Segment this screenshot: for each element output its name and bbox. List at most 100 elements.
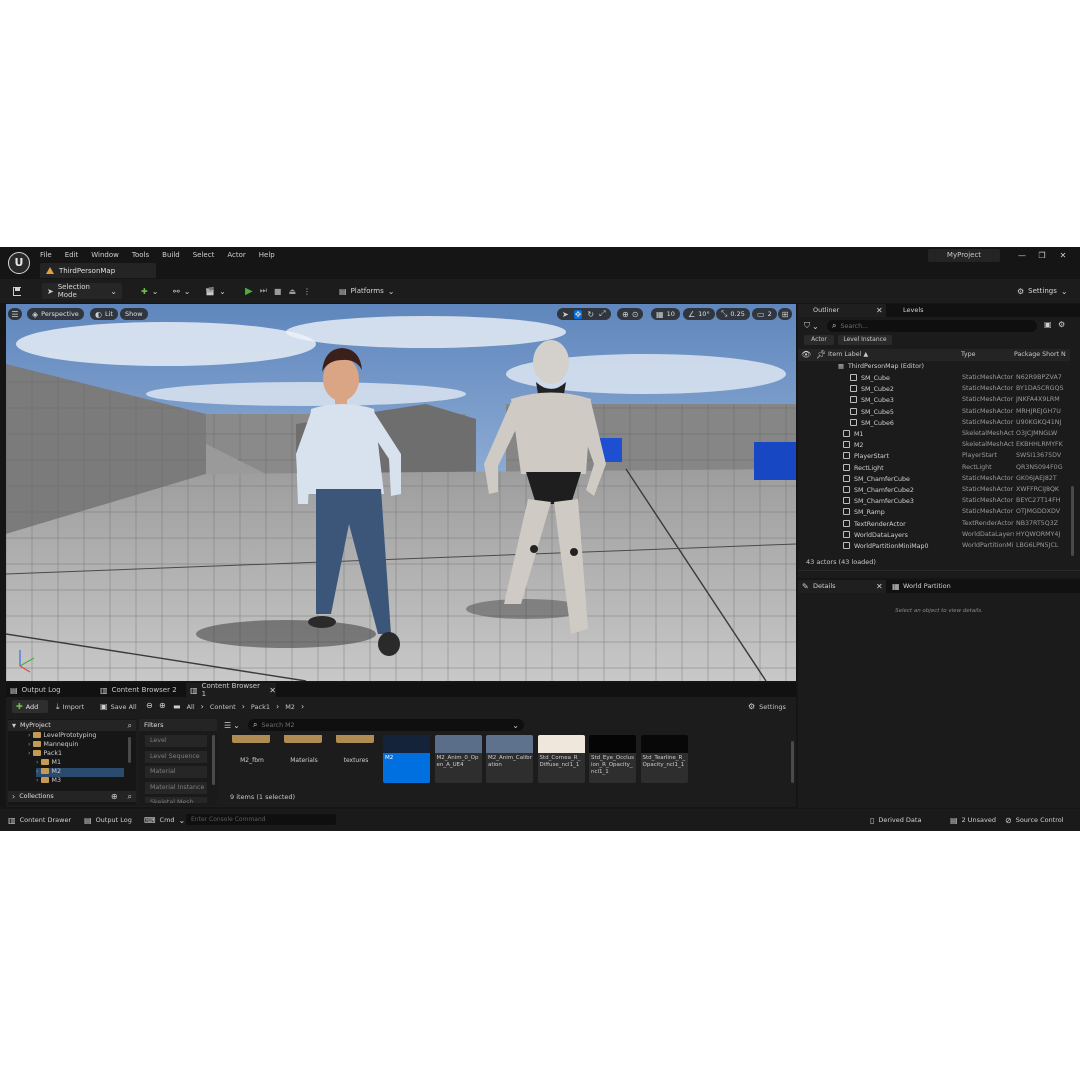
status-output-log-button[interactable]: ▤ Output Log — [84, 812, 132, 828]
menu-select[interactable]: Select — [193, 251, 215, 259]
filter-item[interactable]: Material Instance — [145, 781, 207, 794]
tab-output-log[interactable]: ▤ Output Log — [6, 683, 94, 697]
outliner-row[interactable]: SM_Ramp StaticMeshActor OTJMGDDXDV — [798, 508, 1070, 519]
chevron-down-icon[interactable]: ⌄ — [512, 721, 519, 730]
folder-tree-item[interactable]: › M3 — [36, 777, 61, 786]
folder-tree-item[interactable]: › M1 — [36, 759, 61, 768]
cmd-dropdown[interactable]: ⌨ Cmd ⌄ — [144, 812, 185, 828]
outliner-row[interactable]: M1 SkeletalMeshActorO3JCJMNGLW — [798, 430, 1070, 441]
tree-root-myproject[interactable]: ▾ MyProject ⌕ — [8, 720, 136, 731]
asset-tile[interactable]: Std_Tearline_R_Opacity_ncl1_1 — [640, 735, 688, 783]
tab-content-browser-2[interactable]: ▥ Content Browser 2 — [96, 683, 184, 697]
close-tab-icon[interactable]: ✕ — [269, 686, 276, 695]
outliner-scrollbar[interactable] — [1071, 486, 1074, 556]
filter-item[interactable]: Level — [145, 735, 207, 747]
close-tab-icon[interactable]: ✕ — [876, 304, 883, 317]
close-tab-icon[interactable]: ✕ — [876, 580, 883, 593]
derived-data-button[interactable]: ▯ Derived Data — [870, 812, 921, 828]
folder-tree-item[interactable]: › Mannequin — [28, 741, 78, 750]
col-item-label[interactable]: Item Label ▲ — [828, 351, 868, 358]
breadcrumb-m2[interactable]: M2 — [285, 703, 295, 711]
visibility-icon[interactable]: 👁︎ — [801, 350, 811, 359]
outliner-row[interactable]: RectLight RectLight QR3NS094F0G — [798, 463, 1070, 475]
folder-tree-item[interactable]: › M2 — [36, 768, 124, 777]
col-type[interactable]: Type — [961, 351, 975, 358]
scale-tool-icon[interactable]: ⤢ — [599, 309, 605, 319]
eject-icon[interactable]: ⏏ — [288, 287, 296, 296]
asset-tile[interactable]: M2_Anim_Calibration — [486, 735, 533, 783]
maximize-icon[interactable]: ❐ — [1032, 249, 1052, 262]
menu-window[interactable]: Window — [91, 251, 119, 259]
outliner-row[interactable]: SM_Cube5 StaticMeshActor MRHJREJGH7U — [798, 407, 1070, 419]
menu-help[interactable]: Help — [259, 251, 275, 259]
pin-icon[interactable]: 📌︎ — [816, 350, 826, 359]
add-collection-icon[interactable]: ⊕ — [111, 792, 118, 801]
filter-chip-actor[interactable]: Actor — [804, 335, 834, 345]
outliner-root-row[interactable]: ▦ ThirdPersonMap (Editor) — [798, 363, 1070, 374]
outliner-filter-button[interactable]: ⛉ ⌄ — [804, 321, 826, 331]
level-viewport[interactable]: ☰ ◈ Perspective ◐ Lit Show ➤ ✥ ↻ ⤢ ⊕ ⊙ ▦… — [6, 304, 796, 681]
stop-icon[interactable]: ■ — [274, 287, 282, 296]
unreal-logo-icon[interactable]: U — [8, 252, 30, 274]
content-drawer-button[interactable]: ▥ Content Drawer — [8, 812, 71, 828]
tab-world-partition[interactable]: ▦ World Partition — [888, 580, 968, 593]
save-all-button[interactable]: ▣ Save All — [100, 700, 137, 713]
folder-item[interactable]: textures — [334, 735, 378, 783]
menu-edit[interactable]: Edit — [65, 251, 79, 259]
asset-tile[interactable]: M2 — [383, 735, 430, 783]
platforms-dropdown[interactable]: ▤ Platforms ⌄ — [334, 283, 394, 299]
camera-speed-button[interactable]: ▭ 2 — [752, 308, 777, 320]
tab-levels[interactable]: Levels — [888, 304, 968, 317]
outliner-row[interactable]: SM_Cube2 StaticMeshActor BY1DA5CRGQS — [798, 385, 1070, 396]
tab-content-browser-1[interactable]: ▥ Content Browser 1 ✕ — [186, 682, 276, 698]
more-options-icon[interactable]: ⋮ — [303, 287, 311, 296]
cb-settings-button[interactable]: ⚙ Settings — [748, 700, 786, 713]
outliner-row[interactable]: WorldDataLayers WorldDataLayers HYQWORMY4J — [798, 530, 1070, 542]
breadcrumb-pack1[interactable]: Pack1 — [251, 703, 270, 711]
viewport-menu-button[interactable]: ☰ — [8, 308, 22, 320]
forward-arrow-icon[interactable]: ⊕ — [159, 701, 166, 710]
outliner-row[interactable]: M2 SkeletalMeshActorEKBHHLRMYFK — [798, 441, 1070, 452]
filter-item[interactable]: Skeletal Mesh — [145, 797, 207, 803]
cinematics-button[interactable]: 🎬︎ ⌄ — [200, 283, 226, 299]
outliner-row[interactable]: WorldPartitionMiniMap0 WorldPartitionMini… — [798, 542, 1070, 553]
collections-header[interactable]: › Collections ⊕ ⌕ — [8, 791, 136, 802]
unsaved-button[interactable]: ▤ 2 Unsaved — [950, 812, 996, 828]
settings-button[interactable]: ⚙ Settings ⌄ — [1012, 283, 1074, 299]
folder-item[interactable]: Materials — [282, 735, 326, 783]
tree-scrollbar[interactable] — [128, 737, 131, 763]
scale-snap-button[interactable]: ⤡ 0.25 — [716, 308, 750, 320]
folder-tree-item[interactable]: › LevelPrototyping — [28, 732, 96, 741]
close-icon[interactable]: ✕ — [1053, 249, 1073, 262]
filters-scrollbar[interactable] — [212, 735, 215, 785]
asset-search-input[interactable]: ⌕ Search M2 ⌄ — [248, 719, 524, 731]
gear-icon[interactable]: ⚙ — [1058, 320, 1065, 329]
add-actor-button[interactable]: ✚ ⌄ — [136, 283, 162, 299]
asset-filter-button[interactable]: ☰ ⌄ — [224, 719, 246, 731]
menu-build[interactable]: Build — [162, 251, 180, 259]
outliner-search-input[interactable]: ⌕ Search... — [827, 320, 1037, 332]
asset-tile[interactable]: Std_Eye_Occlusion_R_Opacity_ncl1_1 — [589, 735, 636, 783]
col-package[interactable]: Package Short N — [1014, 351, 1070, 358]
move-tool-icon[interactable]: ✥ — [573, 309, 583, 319]
outliner-row[interactable]: SM_ChamferCube2 StaticMeshActor XWFFRCIJ8Q… — [798, 486, 1070, 497]
outliner-row[interactable]: SM_ChamferCube StaticMeshActor GK06JAEJ82T — [798, 474, 1070, 486]
blueprint-button[interactable]: ⚯ ⌄ — [168, 283, 194, 299]
menu-tools[interactable]: Tools — [132, 251, 149, 259]
menu-actor[interactable]: Actor — [227, 251, 245, 259]
rotation-snap-button[interactable]: ∠ 10° — [683, 308, 715, 320]
step-icon[interactable]: ⏭ — [260, 286, 267, 296]
menu-file[interactable]: File — [40, 251, 52, 259]
filter-item[interactable]: Level Sequence — [145, 750, 207, 763]
outliner-row[interactable]: SM_Cube StaticMeshActor N62R9BPZVA7 — [798, 374, 1070, 385]
outliner-row[interactable]: TextRenderActor TextRenderActor NB37RT5Q3Z — [798, 519, 1070, 531]
show-button[interactable]: Show — [120, 308, 148, 320]
folder-tree-item[interactable]: › Pack1 — [28, 750, 62, 759]
tab-details[interactable]: ✎ Details ✕ — [798, 580, 886, 593]
source-control-button[interactable]: ⊘ Source Control — [1005, 812, 1064, 828]
tab-outliner[interactable]: Outliner ✕ — [798, 304, 886, 317]
outliner-row[interactable]: PlayerStart PlayerStart SWSI13675DV — [798, 452, 1070, 463]
outliner-row[interactable]: SM_Cube6 StaticMeshActor U90KGKQ41NJ — [798, 418, 1070, 430]
perspective-button[interactable]: ◈ Perspective — [27, 308, 84, 320]
back-arrow-icon[interactable]: ⊖ — [146, 701, 153, 710]
